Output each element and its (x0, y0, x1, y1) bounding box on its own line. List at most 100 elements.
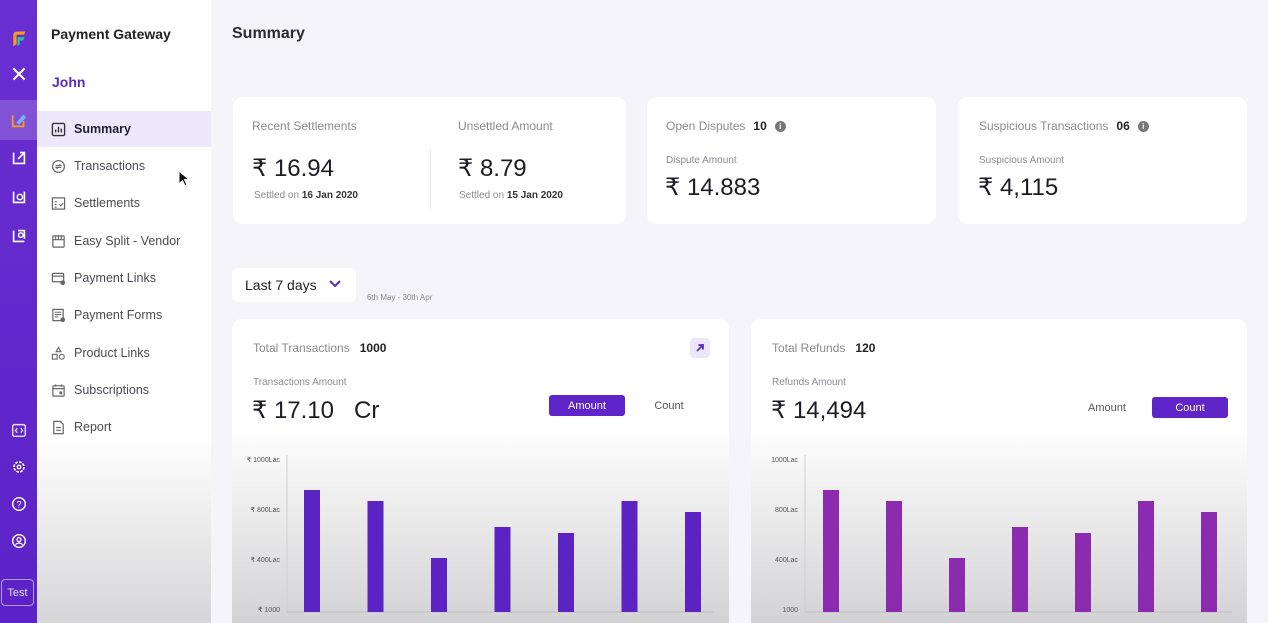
settings-icon[interactable] (0, 451, 37, 483)
bar-6[interactable] (1138, 501, 1154, 612)
bar-3[interactable] (949, 558, 965, 612)
settled-date: 15 Jan 2020 (506, 190, 563, 201)
sidebar-item-subscriptions[interactable]: Subscriptions (37, 372, 211, 408)
suspicious-amount-label: Suspicious Amount (979, 155, 1065, 166)
y-tick-label: ₹ 1000Lac (247, 456, 281, 464)
payment-link-icon (51, 271, 66, 286)
transactions-icon (51, 159, 66, 174)
svg-text:?: ? (16, 500, 21, 510)
bar-2[interactable] (886, 501, 902, 612)
recent-settlements-amount: ₹ 16.94 (252, 155, 334, 182)
payouts-icon[interactable] (0, 142, 37, 174)
sidebar-item-label: Summary (74, 122, 131, 136)
logo-icon[interactable] (0, 21, 37, 55)
y-tick-label: ₹ 800Lac (251, 506, 281, 514)
bar-5[interactable] (1075, 533, 1091, 612)
help-icon[interactable]: ? (0, 488, 37, 520)
developers-icon[interactable] (0, 414, 37, 446)
close-icon[interactable] (0, 58, 37, 90)
sidebar-item-summary[interactable]: Summary (37, 111, 211, 147)
mouse-cursor-icon (178, 170, 190, 187)
settlements-card: Recent Settlements ₹ 16.94 Settled on 16… (233, 97, 626, 224)
y-tick-label: 1000Lac (771, 457, 798, 464)
dispute-amount-label: Dispute Amount (666, 155, 737, 166)
settled-on-label: Settled on (459, 190, 505, 201)
sidebar-item-label: Payment Links (74, 271, 156, 285)
sidebar-item-label: Report (74, 420, 112, 434)
y-tick-label: ₹ 1000 (258, 606, 280, 614)
suspicious-transactions-label: Suspicious Transactions (979, 119, 1109, 133)
bar-1[interactable] (304, 490, 320, 612)
open-disputes-card[interactable]: Open Disputes 10 i Dispute Amount ₹ 14.883 (647, 97, 936, 224)
y-tick-label: ₹ 400Lac (251, 556, 281, 564)
suspicious-transactions-count: 06 (1116, 119, 1130, 133)
bar-1[interactable] (823, 490, 839, 612)
store-icon (51, 234, 66, 249)
open-disputes-count: 10 (753, 119, 767, 133)
sidebar-item-label: Transactions (74, 159, 146, 173)
date-range-dropdown[interactable]: Last 7 days (232, 268, 356, 302)
bar-7[interactable] (1201, 512, 1217, 612)
date-range-selected: Last 7 days (245, 277, 317, 293)
divider (430, 149, 431, 209)
refunds-bar-chart: 1000 400Lac 800Lac 1000Lac (771, 455, 1232, 614)
y-tick-label: 1000 (782, 607, 798, 614)
date-range-text: 6th May - 30th Apr (367, 293, 433, 302)
test-mode-button[interactable]: Test (1, 579, 34, 606)
bar-3[interactable] (431, 558, 447, 612)
transactions-chart-card: Total Transactions 1000 Transactions Amou… (232, 319, 729, 623)
sidebar-item-payment-forms[interactable]: Payment Forms (37, 297, 211, 333)
unsettled-settled-on: Settled on 15 Jan 2020 (459, 190, 563, 201)
payment-gateway-icon[interactable] (0, 100, 37, 140)
settled-on-label: Settled on (254, 190, 300, 201)
y-tick-label: 400Lac (775, 557, 798, 564)
refunds-chart-card: Total Refunds 120 Refunds Amount ₹ 14,494… (751, 319, 1247, 623)
suspicious-header: Suspicious Transactions 06 i (979, 119, 1149, 133)
bar-4[interactable] (494, 527, 511, 612)
subscriptions-app-icon[interactable] (0, 181, 37, 213)
sidebar-title: Payment Gateway (51, 26, 171, 42)
y-tick-label: 800Lac (775, 507, 798, 514)
sidebar: Payment Gateway John Summary Transaction… (37, 0, 211, 623)
sidebar-item-label: Payment Forms (74, 308, 163, 322)
sidebar-item-settlements[interactable]: Settlements (37, 185, 211, 221)
dispute-amount: ₹ 14.883 (665, 174, 761, 201)
recent-settled-on: Settled on 16 Jan 2020 (254, 190, 358, 201)
settled-date: 16 Jan 2020 (301, 190, 358, 201)
info-icon[interactable]: i (774, 121, 786, 133)
settlements-icon (51, 196, 66, 211)
bar-4[interactable] (1012, 527, 1028, 612)
document-icon (51, 420, 66, 435)
app-rail: ? Test (0, 0, 37, 623)
unsettled-amount-label: Unsettled Amount (458, 119, 553, 133)
suspicious-amount: ₹ 4,115 (978, 174, 1059, 201)
calendar-icon (51, 383, 66, 398)
sidebar-item-product-links[interactable]: Product Links (37, 335, 211, 371)
suspicious-transactions-card[interactable]: Suspicious Transactions 06 i Suspicious Am… (958, 97, 1247, 224)
bar-7[interactable] (685, 512, 701, 612)
bar-5[interactable] (558, 533, 574, 612)
shapes-icon (51, 345, 66, 361)
bar-6[interactable] (621, 501, 638, 612)
verification-icon[interactable] (0, 220, 37, 252)
chart-icon (51, 122, 66, 137)
account-icon[interactable] (0, 525, 37, 557)
sidebar-item-easy-split-vendor[interactable]: Easy Split - Vendor (37, 223, 211, 259)
open-disputes-header: Open Disputes 10 i (666, 119, 786, 133)
transactions-bar-chart: ₹ 1000 ₹ 400Lac ₹ 800Lac ₹ 1000Lac (247, 455, 714, 614)
sidebar-item-label: Easy Split - Vendor (74, 234, 181, 248)
sidebar-item-payment-links[interactable]: Payment Links (37, 260, 211, 296)
open-disputes-label: Open Disputes (666, 119, 746, 133)
user-name[interactable]: John (52, 74, 85, 90)
sidebar-item-report[interactable]: Report (37, 409, 211, 445)
sidebar-item-label: Subscriptions (74, 383, 150, 397)
unsettled-amount: ₹ 8.79 (458, 155, 527, 182)
chevron-down-icon (329, 280, 341, 288)
sidebar-item-label: Product Links (74, 346, 150, 360)
form-icon (51, 308, 66, 323)
info-icon[interactable]: i (1137, 121, 1149, 133)
sidebar-item-label: Settlements (74, 196, 141, 210)
bar-2[interactable] (367, 501, 384, 612)
recent-settlements-label: Recent Settlements (252, 119, 357, 133)
page-title: Summary (232, 25, 305, 42)
